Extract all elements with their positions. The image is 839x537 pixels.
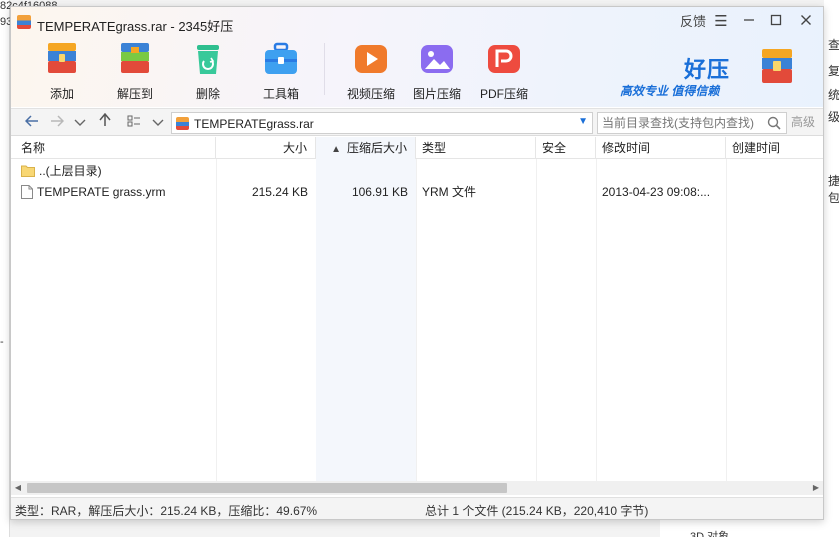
status-archive-info: 类型：RAR，解压后大小：215.24 KB，压缩比：49.67% (15, 504, 318, 518)
window-title: TEMPERATEgrass.rar - 2345好压 (37, 19, 234, 34)
sorted-column-highlight (316, 159, 416, 481)
brand-logo-icon (762, 49, 792, 83)
title-bar[interactable]: TEMPERATEgrass.rar - 2345好压 反馈 ☰ (11, 7, 823, 37)
extract-label: 解压到 (116, 87, 153, 101)
up-level-icon[interactable] (96, 112, 114, 133)
extract-button[interactable]: 解压到 (104, 39, 166, 103)
brand-slogan: 高效专业 值得信赖 (620, 84, 720, 98)
maximize-icon[interactable] (765, 11, 787, 33)
search-icon[interactable] (766, 115, 782, 131)
table-row[interactable]: TEMPERATE grass.yrm 215.24 KB 106.91 KB … (11, 182, 823, 203)
row-name-cell: ..(上层目录) (21, 161, 216, 182)
column-divider (536, 159, 537, 481)
image-compress-button[interactable]: 图片压缩 (406, 39, 468, 103)
background-text: 查 (828, 38, 839, 52)
toolbar-divider (324, 43, 325, 95)
column-header-compressed[interactable]: ▲ 压缩后大小 (316, 137, 416, 159)
column-header-type[interactable]: 类型 (416, 137, 536, 159)
advanced-search-button[interactable]: 高级 (791, 113, 815, 130)
back-arrow-icon[interactable] (23, 113, 41, 133)
status-bar: 类型：RAR，解压后大小：215.24 KB，压缩比：49.67% 总计 1 个… (11, 497, 823, 519)
column-divider (596, 159, 597, 481)
background-text: 复 (828, 64, 839, 78)
row-type: YRM 文件 (422, 185, 477, 199)
column-header-created[interactable]: 创建时间 (726, 137, 823, 159)
toolbar-header: TEMPERATEgrass.rar - 2345好压 反馈 ☰ 添加 解压到 … (11, 7, 823, 107)
column-header-row: 名称 大小 ▲ 压缩后大小 类型 安全 修改时间 创建时间 (11, 137, 823, 159)
archive-window: TEMPERATEgrass.rar - 2345好压 反馈 ☰ 添加 解压到 … (10, 6, 824, 520)
menu-icon[interactable]: ☰ (710, 11, 732, 33)
address-bar: TEMPERATEgrass.rar ▼ 高级 (11, 108, 823, 136)
row-modified: 2013-04-23 09:08:... (602, 185, 711, 199)
sort-ascending-icon: ▲ (331, 144, 341, 155)
delete-button[interactable]: 删除 (177, 39, 239, 103)
column-header-security[interactable]: 安全 (536, 137, 596, 159)
delete-icon (197, 45, 219, 74)
history-dropdown-icon[interactable] (71, 113, 89, 133)
image-compress-icon (421, 45, 453, 73)
background-window-left (0, 0, 10, 537)
scroll-right-icon[interactable]: ▶ (809, 481, 823, 495)
background-window-bottom (660, 520, 839, 537)
feedback-button[interactable]: 反馈 (678, 11, 708, 33)
status-total-info: 总计 1 个文件 (215.24 KB，220,410 字节) (425, 504, 649, 518)
pdf-compress-button[interactable]: PDF压缩 (473, 39, 535, 103)
pdf-compress-icon (488, 45, 520, 73)
background-text: - (0, 336, 4, 348)
view-mode-icon[interactable] (125, 113, 143, 133)
archive-icon (176, 117, 189, 130)
close-icon[interactable] (795, 11, 817, 33)
image-compress-label: 图片压缩 (412, 87, 461, 101)
file-icon (21, 184, 33, 199)
add-button[interactable]: 添加 (31, 39, 93, 103)
column-divider (216, 159, 217, 481)
pdf-compress-label: PDF压缩 (479, 87, 528, 101)
column-divider (416, 159, 417, 481)
row-compressed-size: 106.91 KB (351, 185, 408, 199)
video-compress-button[interactable]: 视频压缩 (340, 39, 402, 103)
search-field[interactable] (597, 112, 787, 134)
toolbox-label: 工具箱 (262, 87, 299, 101)
background-text: 3D 对象 (690, 531, 730, 537)
scrollbar-thumb[interactable] (27, 483, 507, 493)
scroll-left-icon[interactable]: ◀ (11, 481, 25, 495)
table-row[interactable]: ..(上层目录) (11, 161, 823, 182)
horizontal-scrollbar[interactable]: ◀ ▶ (11, 481, 823, 495)
path-field[interactable]: TEMPERATEgrass.rar ▼ (171, 112, 593, 134)
background-window-right (824, 0, 839, 537)
background-text: 统 (828, 88, 839, 102)
column-divider (726, 159, 727, 481)
column-header-name[interactable]: 名称 (11, 137, 216, 159)
column-header-size[interactable]: 大小 (216, 137, 316, 159)
add-label: 添加 (49, 87, 74, 101)
file-list: 名称 大小 ▲ 压缩后大小 类型 安全 修改时间 创建时间 ..(上层目录) TE… (11, 137, 823, 481)
toolbox-button[interactable]: 工具箱 (250, 39, 312, 103)
row-size: 215.24 KB (251, 185, 308, 199)
toolbox-icon (265, 42, 297, 74)
minimize-icon[interactable] (738, 11, 760, 33)
row-name: TEMPERATE grass.yrm (37, 185, 166, 199)
folder-icon (21, 165, 35, 178)
row-name: ..(上层目录) (39, 164, 102, 178)
search-input[interactable] (598, 113, 766, 133)
extract-icon (121, 43, 149, 73)
video-compress-label: 视频压缩 (346, 87, 395, 101)
view-dropdown-icon[interactable] (149, 113, 167, 133)
column-header-compressed-label: 压缩后大小 (346, 141, 407, 155)
column-header-modified[interactable]: 修改时间 (596, 137, 726, 159)
forward-arrow-icon[interactable] (48, 113, 66, 133)
path-text: TEMPERATEgrass.rar (194, 117, 314, 131)
add-archive-icon (48, 43, 76, 73)
background-text: 捷包 (828, 174, 839, 205)
path-dropdown-icon[interactable]: ▼ (578, 116, 588, 127)
delete-label: 删除 (195, 87, 220, 101)
background-text: 级 (828, 110, 839, 124)
app-icon (17, 15, 31, 29)
brand-name: 好压 (684, 58, 731, 83)
row-name-cell: TEMPERATE grass.yrm (21, 182, 216, 203)
video-compress-icon (355, 45, 387, 73)
